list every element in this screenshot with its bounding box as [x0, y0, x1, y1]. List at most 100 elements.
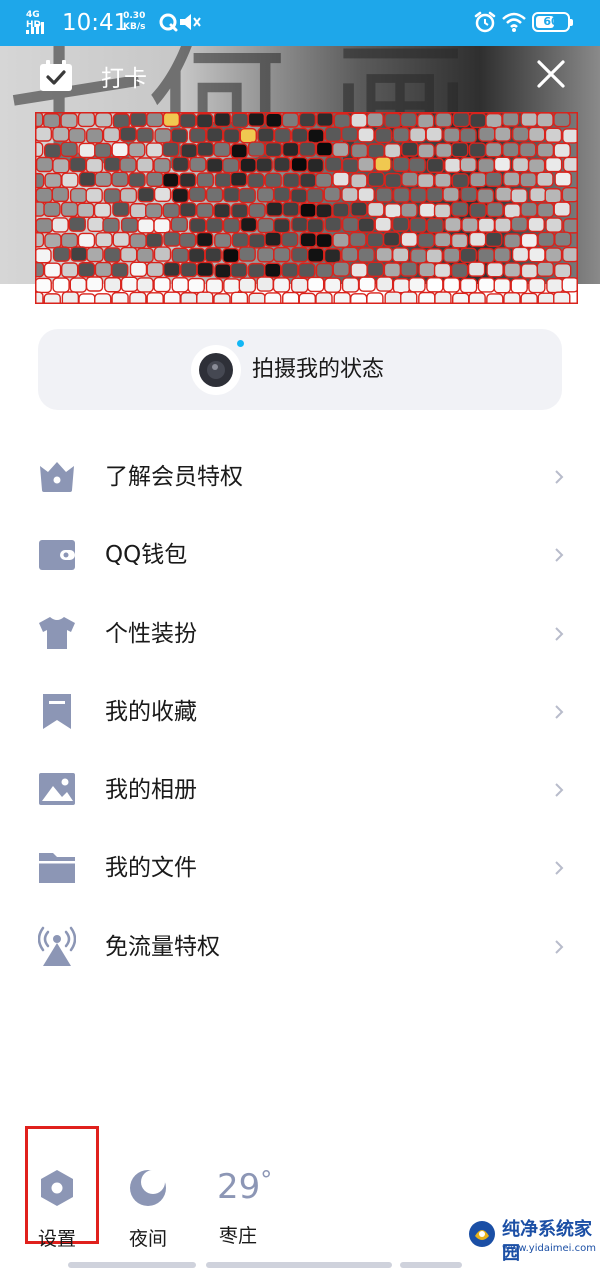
mosaic-cell: [434, 112, 453, 128]
mosaic-cell: [384, 203, 402, 219]
mosaic-cell: [223, 278, 241, 294]
city-name: 枣庄: [219, 1225, 258, 1247]
mosaic-cell: [119, 126, 137, 142]
mosaic-cell: [392, 156, 410, 172]
mosaic-cell: [477, 277, 496, 293]
menu-item-files[interactable]: 我的文件: [0, 829, 600, 907]
mosaic-cell: [554, 231, 572, 247]
mosaic-cell: [545, 217, 563, 233]
mosaic-cell: [206, 127, 224, 143]
mosaic-cell: [60, 262, 79, 278]
checkin-button[interactable]: 打卡: [38, 59, 147, 93]
mosaic-cell: [461, 217, 479, 233]
volume-icon: [180, 14, 201, 30]
mosaic-cell: [171, 156, 190, 172]
mosaic-cell: [94, 261, 113, 278]
mosaic-cell: [273, 156, 291, 173]
mosaic-cell: [418, 202, 437, 218]
mosaic-cell: [43, 262, 62, 278]
mosaic-cell: [493, 247, 511, 263]
mosaic-cell: [349, 231, 367, 248]
mosaic-cell: [426, 217, 444, 234]
mosaic-cell: [247, 172, 265, 189]
mosaic-cell: [503, 262, 522, 278]
photo-album-icon: [39, 773, 75, 805]
night-mode-button[interactable]: 夜间: [113, 1168, 183, 1251]
mosaic-cell: [94, 293, 112, 304]
mosaic-cell: [468, 292, 486, 304]
menu-item-favorites[interactable]: 我的收藏: [0, 673, 600, 751]
menu-item-wallet[interactable]: QQ钱包: [0, 516, 600, 594]
mosaic-cell: [544, 156, 563, 173]
mosaic-cell: [350, 262, 368, 278]
mosaic-cell: [52, 158, 70, 174]
mosaic-cell: [374, 156, 392, 172]
mosaic-cell: [120, 276, 139, 292]
menu-item-theme[interactable]: 个性装扮: [0, 595, 600, 673]
mosaic-cell: [417, 143, 435, 159]
mosaic-cell: [128, 172, 146, 188]
watermark-url: www.yidaimei.com: [502, 1243, 596, 1254]
mosaic-cell: [77, 232, 96, 249]
mosaic-cell: [136, 127, 154, 143]
mosaic-cell: [510, 216, 529, 232]
mosaic-cell: [163, 291, 181, 304]
mosaic-cell: [382, 231, 401, 247]
mosaic-cell: [231, 232, 250, 248]
mosaic-cell: [392, 127, 410, 143]
folder-icon: [39, 853, 75, 883]
mosaic-cell: [561, 186, 578, 203]
close-icon[interactable]: [534, 57, 568, 91]
menu-item-vip[interactable]: 了解会员特权: [0, 438, 600, 516]
mosaic-cell: [61, 291, 80, 304]
mosaic-cell: [426, 186, 444, 203]
scroll-handle: [400, 1262, 462, 1268]
mosaic-cell: [196, 231, 214, 248]
mosaic-cell: [434, 291, 452, 304]
mosaic-cell: [87, 216, 105, 233]
shoot-status-button[interactable]: 拍摄我的状态: [38, 329, 562, 410]
mosaic-cell: [281, 112, 300, 128]
mosaic-cell: [43, 201, 61, 217]
mosaic-cell: [519, 172, 537, 188]
mosaic-cell: [214, 172, 233, 188]
mosaic-cell: [93, 202, 112, 218]
mosaic-cell: [426, 157, 445, 174]
menu-item-album[interactable]: 我的相册: [0, 751, 600, 829]
mosaic-cell: [291, 127, 309, 144]
mosaic-cell: [272, 277, 291, 293]
mosaic-cell: [119, 157, 137, 173]
mosaic-cell: [469, 112, 487, 129]
settings-button[interactable]: 设置: [22, 1168, 92, 1251]
mosaic-cell: [536, 171, 554, 187]
mosaic-cell: [416, 113, 435, 129]
mosaic-cell: [281, 141, 300, 158]
mosaic-cell: [350, 143, 369, 159]
mosaic-cell: [230, 143, 248, 159]
mosaic-cell: [163, 231, 181, 247]
mosaic-cell: [196, 291, 214, 304]
mosaic-cell: [256, 187, 275, 203]
mosaic-cell: [350, 293, 368, 304]
mosaic-cell: [435, 142, 453, 159]
mosaic-cell: [213, 112, 232, 128]
mosaic-cell: [536, 142, 555, 158]
mosaic-cell: [196, 172, 215, 188]
mosaic-cell: [383, 143, 402, 159]
mosaic-cell: [86, 246, 104, 263]
mosaic-cell: [196, 202, 214, 219]
mosaic-cell: [153, 246, 172, 262]
mosaic-cell: [68, 127, 86, 144]
mosaic-cell: [290, 277, 309, 293]
menu-item-free-data[interactable]: 免流量特权: [0, 908, 600, 986]
mosaic-cell: [70, 246, 88, 262]
mosaic-cell: [154, 128, 172, 144]
watermark-name: 纯净系统家园: [502, 1219, 592, 1264]
mosaic-cell: [162, 261, 181, 278]
mosaic-cell: [52, 277, 70, 293]
calendar-check-icon: [40, 60, 72, 91]
mosaic-cell: [544, 247, 563, 263]
mosaic-cell: [256, 276, 274, 292]
mosaic-cell: [230, 203, 249, 219]
mosaic-cell: [357, 156, 375, 173]
